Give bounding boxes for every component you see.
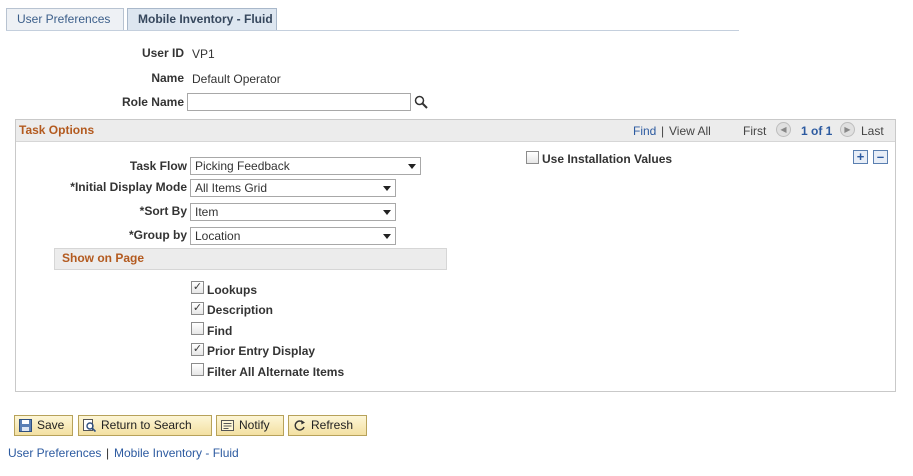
- find-checkbox[interactable]: [191, 322, 204, 335]
- refresh-icon: [294, 420, 305, 431]
- initial-display-mode-value: All Items Grid: [195, 181, 268, 195]
- return-to-search-button[interactable]: Return to Search: [78, 415, 212, 436]
- task-flow-value: Picking Feedback: [195, 159, 290, 173]
- save-button[interactable]: Save: [14, 415, 73, 436]
- lookups-label: Lookups: [207, 283, 257, 297]
- name-label: Name: [151, 71, 184, 85]
- footer-link-mobile-inventory-fluid[interactable]: Mobile Inventory - Fluid: [114, 446, 239, 460]
- chevron-down-icon: [408, 164, 416, 169]
- chevron-down-icon: [383, 234, 391, 239]
- notify-icon: [221, 420, 234, 431]
- tab-mobile-inventory-fluid[interactable]: Mobile Inventory - Fluid: [127, 8, 277, 31]
- chevron-down-icon: [383, 186, 391, 191]
- sort-by-label: *Sort By: [139, 204, 187, 218]
- prior-entry-display-label: Prior Entry Display: [207, 344, 316, 358]
- sort-by-select[interactable]: Item: [190, 203, 396, 221]
- delete-row-button[interactable]: –: [873, 150, 888, 164]
- group-by-value: Location: [195, 229, 241, 243]
- return-search-icon: [83, 419, 96, 432]
- show-on-page-title: Show on Page: [62, 251, 145, 265]
- task-flow-select[interactable]: Picking Feedback: [190, 157, 421, 175]
- refresh-button[interactable]: Refresh: [288, 415, 367, 436]
- footer-separator: |: [106, 446, 110, 460]
- tab-underline: [6, 30, 739, 31]
- chevron-down-icon: [383, 210, 391, 215]
- use-installation-values-checkbox[interactable]: [526, 151, 539, 164]
- find-link[interactable]: Find: [633, 124, 656, 138]
- save-icon: [19, 419, 32, 432]
- return-to-search-label: Return to Search: [101, 418, 192, 432]
- refresh-label: Refresh: [311, 418, 354, 432]
- group-by-label: *Group by: [128, 228, 187, 242]
- initial-display-mode-label: *Initial Display Mode: [70, 180, 187, 194]
- footer-link-user-preferences[interactable]: User Preferences: [8, 446, 101, 460]
- first-label: First: [743, 124, 767, 138]
- notify-button[interactable]: Notify: [216, 415, 284, 436]
- find-label: Find: [207, 324, 233, 338]
- filter-all-alternate-items-checkbox[interactable]: [191, 363, 204, 376]
- lookups-checkbox[interactable]: ✓: [191, 281, 204, 294]
- prior-entry-display-checkbox[interactable]: ✓: [191, 343, 204, 356]
- search-icon[interactable]: [414, 95, 428, 109]
- task-flow-label: Task Flow: [129, 159, 187, 173]
- tab-user-preferences[interactable]: User Preferences: [6, 8, 124, 30]
- user-id-label: User ID: [141, 46, 184, 60]
- role-name-input[interactable]: [187, 93, 411, 111]
- save-label: Save: [37, 418, 65, 432]
- role-name-label: Role Name: [121, 95, 184, 109]
- user-id-value: VP1: [192, 47, 215, 61]
- last-label: Last: [861, 124, 884, 138]
- add-row-button[interactable]: +: [853, 150, 868, 164]
- previous-icon[interactable]: ◀: [776, 122, 791, 137]
- filter-all-alternate-items-label: Filter All Alternate Items: [207, 365, 345, 379]
- notify-label: Notify: [239, 418, 270, 432]
- sort-by-value: Item: [195, 205, 219, 219]
- record-range: 1 of 1: [801, 124, 833, 138]
- use-installation-values-label: Use Installation Values: [542, 152, 673, 166]
- description-label: Description: [207, 303, 274, 317]
- nav-separator: |: [661, 124, 665, 138]
- next-icon[interactable]: ▶: [840, 122, 855, 137]
- initial-display-mode-select[interactable]: All Items Grid: [190, 179, 396, 197]
- task-options-title: Task Options: [19, 123, 95, 137]
- name-value: Default Operator: [192, 72, 281, 86]
- group-by-select[interactable]: Location: [190, 227, 396, 245]
- view-all-link[interactable]: View All: [669, 124, 711, 138]
- description-checkbox[interactable]: ✓: [191, 302, 204, 315]
